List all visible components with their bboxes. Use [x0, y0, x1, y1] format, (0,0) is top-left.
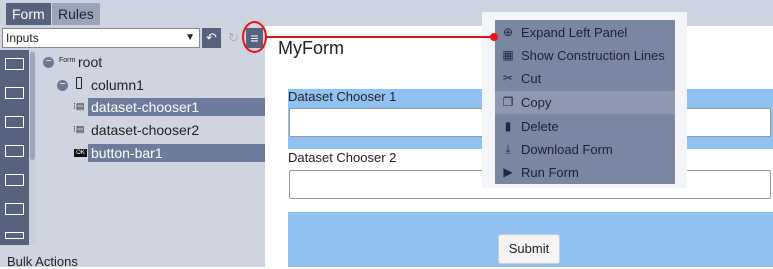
- menu-item-expand-left-panel[interactable]: ⊕ Expand Left Panel: [495, 21, 675, 44]
- form-node-icon: Form: [59, 57, 76, 64]
- tree-item-root[interactable]: root: [78, 54, 102, 70]
- tree-item-dataset-chooser1[interactable]: dataset-chooser1: [91, 99, 199, 115]
- tab-rules[interactable]: Rules: [52, 3, 100, 25]
- submit-button[interactable]: Submit: [498, 234, 560, 264]
- form-title: MyForm: [278, 38, 344, 58]
- dataset-chooser-node-icon: ⁝▤: [73, 101, 85, 111]
- button-bar-node-icon: OK: [74, 149, 87, 157]
- undo-button[interactable]: ↶: [202, 28, 221, 48]
- menu-item-label: Run Form: [521, 165, 579, 180]
- tab-form[interactable]: Form: [6, 3, 51, 25]
- collapse-toggle-icon[interactable]: −: [57, 80, 68, 91]
- annotation-circle: [242, 21, 267, 53]
- menu-item-run-form[interactable]: ▶ Run Form: [495, 161, 675, 184]
- menu-item-copy[interactable]: ❐ Copy: [495, 91, 675, 114]
- menu-item-download-form[interactable]: ⤓ Download Form: [495, 138, 675, 161]
- download-icon: ⤓: [505, 142, 511, 156]
- tree-item-dataset-chooser2[interactable]: dataset-chooser2: [91, 122, 199, 138]
- dataset-chooser1-label: Dataset Chooser 1: [288, 89, 397, 104]
- menu-item-delete[interactable]: ▮ Delete: [495, 115, 675, 138]
- palette-scroll-thumb[interactable]: [30, 52, 35, 160]
- column-node-icon: [76, 77, 82, 89]
- component-type-select[interactable]: Inputs ▼: [2, 28, 200, 48]
- plus-circle-icon: ⊕: [502, 25, 514, 39]
- menu-item-label: Show Construction Lines: [521, 48, 665, 63]
- redo-button[interactable]: ↻: [224, 28, 243, 48]
- menu-item-show-construction-lines[interactable]: ▦ Show Construction Lines: [495, 44, 675, 67]
- grid-icon: ▦: [502, 48, 514, 62]
- trash-icon: ▮: [504, 119, 512, 133]
- component-type-value: Inputs: [6, 31, 39, 45]
- dataset-chooser2-label: Dataset Chooser 2: [288, 150, 397, 165]
- dropdown-component-icon[interactable]: [5, 145, 24, 157]
- radio-component-icon[interactable]: [5, 87, 24, 99]
- dataset-chooser-node-icon: ⁝▤: [73, 124, 85, 134]
- redo-icon: ↻: [228, 30, 239, 45]
- chevron-down-icon: ▼: [185, 32, 195, 43]
- tree-item-column1[interactable]: column1: [91, 77, 144, 93]
- component-palette: [0, 50, 29, 245]
- undo-icon: ↶: [206, 30, 217, 45]
- menu-item-label: Expand Left Panel: [521, 25, 628, 40]
- dataset-chooser-component-icon[interactable]: [5, 116, 24, 128]
- scissors-icon: ✂: [502, 71, 514, 85]
- annotation-dot: [490, 33, 498, 41]
- slider-component-icon[interactable]: [5, 232, 24, 239]
- tree-item-button-bar1[interactable]: button-bar1: [91, 145, 163, 161]
- copy-icon: ❐: [502, 95, 514, 109]
- play-icon: ▶: [503, 165, 513, 179]
- collapse-toggle-icon[interactable]: −: [43, 57, 54, 68]
- menu-item-cut[interactable]: ✂ Cut: [495, 67, 675, 90]
- menu-item-label: Download Form: [521, 142, 613, 157]
- list-component-icon[interactable]: [5, 174, 24, 186]
- menu-item-label: Delete: [521, 119, 559, 134]
- annotation-line: [266, 36, 495, 38]
- actions-menu: ⊕ Expand Left Panel ▦ Show Construction …: [495, 20, 675, 184]
- checkbox-component-icon[interactable]: [5, 58, 24, 70]
- select-component-icon[interactable]: [5, 203, 24, 215]
- menu-item-label: Copy: [521, 95, 552, 110]
- menu-item-label: Cut: [521, 71, 542, 86]
